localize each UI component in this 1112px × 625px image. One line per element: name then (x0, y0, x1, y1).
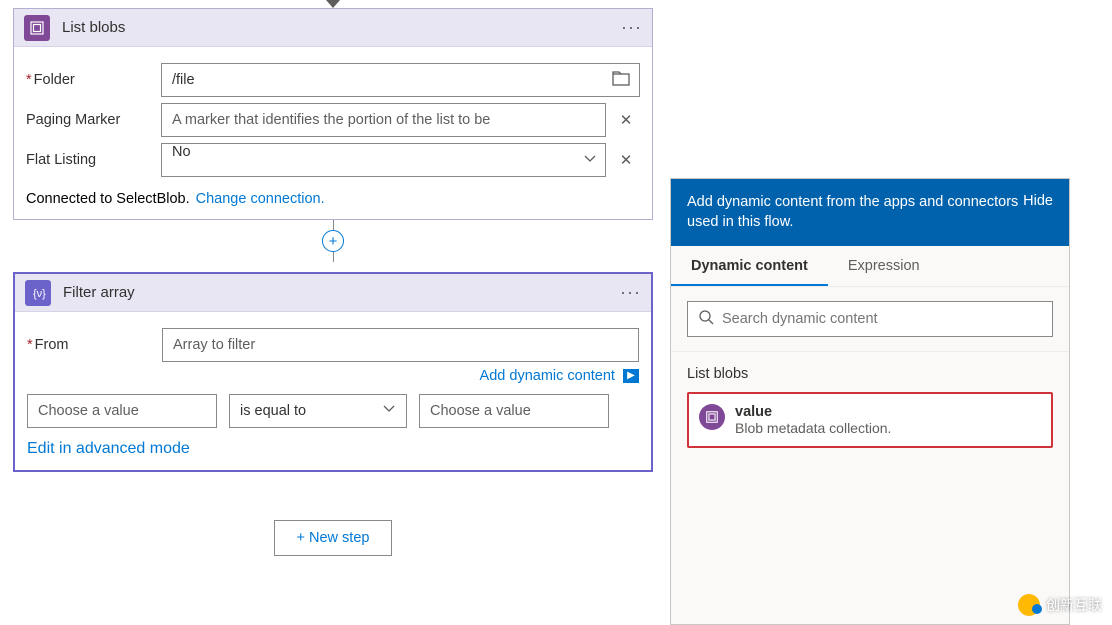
filter-array-title: Filter array (63, 284, 620, 301)
chevron-down-icon (382, 402, 396, 420)
flat-label: Flat Listing (26, 152, 161, 168)
dynamic-content-panel: Add dynamic content from the apps and co… (670, 178, 1070, 625)
search-input[interactable] (722, 311, 1042, 327)
folder-label: Folder (26, 72, 161, 88)
from-input[interactable] (162, 328, 639, 362)
condition-left-input[interactable]: Choose a value (27, 394, 217, 428)
filter-array-card: {ν} Filter array ··· From Add dynamic co… (13, 272, 653, 472)
add-action-button[interactable]: + (322, 230, 344, 252)
section-header: List blobs (671, 352, 1069, 392)
blob-icon (24, 15, 50, 41)
connected-text: Connected to SelectBlob. (26, 191, 190, 207)
filter-array-menu[interactable]: ··· (620, 282, 641, 303)
paging-clear-icon[interactable]: ✕ (612, 111, 640, 129)
panel-header-text: Add dynamic content from the apps and co… (687, 193, 1023, 232)
filter-array-header[interactable]: {ν} Filter array ··· (15, 274, 651, 312)
list-blobs-title: List blobs (62, 19, 621, 36)
list-blobs-card: List blobs ··· Folder Paging Marker ✕ (13, 8, 653, 220)
list-blobs-menu[interactable]: ··· (621, 17, 642, 38)
search-icon (698, 309, 714, 330)
chevron-down-icon (583, 152, 597, 170)
dynamic-item-desc: Blob metadata collection. (735, 420, 891, 436)
paging-input[interactable] (161, 103, 606, 137)
folder-picker-icon[interactable] (612, 71, 630, 92)
watermark: 创新互联 (1018, 594, 1102, 616)
connector-arrow-tip (326, 0, 340, 8)
connector-line (333, 220, 334, 230)
dynamic-item-title: value (735, 404, 891, 420)
tab-expression[interactable]: Expression (828, 246, 940, 286)
add-dynamic-content-link[interactable]: Add dynamic content (480, 368, 615, 384)
hide-panel-link[interactable]: Hide (1023, 193, 1053, 209)
connector-line (333, 252, 334, 262)
from-label: From (27, 337, 162, 353)
flat-select[interactable]: No (161, 143, 606, 177)
new-step-button[interactable]: + New step (274, 520, 393, 556)
watermark-icon (1018, 594, 1040, 616)
search-box[interactable] (687, 301, 1053, 337)
svg-text:{ν}: {ν} (33, 288, 46, 300)
dynamic-item-value[interactable]: value Blob metadata collection. (687, 392, 1053, 448)
paging-label: Paging Marker (26, 112, 161, 128)
dynamic-content-badge-icon: ▶ (623, 369, 639, 383)
blob-icon (699, 404, 725, 430)
change-connection-link[interactable]: Change connection. (196, 191, 325, 207)
folder-input[interactable] (161, 63, 640, 97)
condition-right-input[interactable]: Choose a value (419, 394, 609, 428)
flat-clear-icon[interactable]: ✕ (612, 151, 640, 169)
filter-icon: {ν} (25, 280, 51, 306)
list-blobs-header[interactable]: List blobs ··· (14, 9, 652, 47)
tab-dynamic-content[interactable]: Dynamic content (671, 246, 828, 286)
condition-operator-select[interactable]: is equal to (229, 394, 407, 428)
edit-advanced-link[interactable]: Edit in advanced mode (27, 440, 190, 457)
